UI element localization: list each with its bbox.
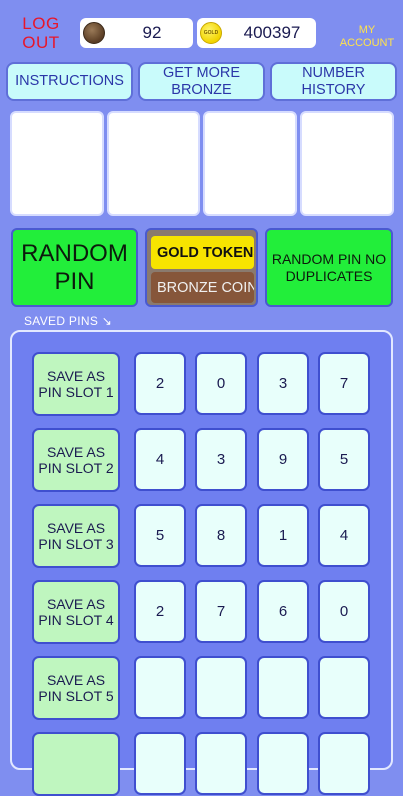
bronze-coin-icon	[83, 22, 105, 44]
save-pin-slot-1-button[interactable]: SAVE AS PIN SLOT 1	[32, 352, 120, 416]
slot-5-digit-1	[134, 656, 186, 719]
slot-3-digit-3: 1	[257, 504, 309, 567]
slot-5-digit-2	[195, 656, 247, 719]
pin-display-digit-4	[300, 111, 394, 216]
random-pin-button[interactable]: RANDOM PIN	[11, 228, 138, 307]
gold-tokens-option[interactable]: GOLD TOKENS	[151, 236, 254, 269]
save-pin-slot-6-button[interactable]	[32, 732, 120, 796]
gold-coin-icon: GOLD	[200, 22, 222, 44]
slot-4-digit-2: 7	[195, 580, 247, 643]
slot-2-digit-1: 4	[134, 428, 186, 491]
logout-button[interactable]: LOG OUT	[12, 14, 70, 52]
token-type-selector: GOLD TOKENS BRONZE COINS	[145, 228, 258, 307]
gold-balance-value: 400397	[243, 23, 301, 42]
slot-3-digit-2: 8	[195, 504, 247, 567]
save-pin-slot-2-button[interactable]: SAVE AS PIN SLOT 2	[32, 428, 120, 492]
slot-4-digit-3: 6	[257, 580, 309, 643]
random-pin-no-duplicates-button[interactable]: RANDOM PIN NO DUPLICATES	[265, 228, 393, 307]
saved-pins-label: SAVED PINS ↘	[24, 314, 113, 328]
saved-pins-panel[interactable]: SAVE AS PIN SLOT 1 2 0 3 7 SAVE AS PIN SLOT 2…	[10, 330, 393, 796]
slot-1-digit-4: 7	[318, 352, 370, 415]
save-pin-slot-4-button[interactable]: SAVE AS PIN SLOT 4	[32, 580, 120, 644]
pin-display-digit-1	[10, 111, 104, 216]
slot-6-digit-2	[195, 732, 247, 795]
pin-display-digit-2	[107, 111, 200, 216]
slot-2-digit-2: 3	[195, 428, 247, 491]
slot-3-digit-1: 5	[134, 504, 186, 567]
slot-1-digit-1: 2	[134, 352, 186, 415]
bronze-balance: 92	[80, 18, 193, 48]
my-account-link[interactable]: MY ACCOUNT	[335, 24, 399, 50]
instructions-button[interactable]: INSTRUCTIONS	[6, 62, 133, 101]
slot-1-digit-2: 0	[195, 352, 247, 415]
slot-1-digit-3: 3	[257, 352, 309, 415]
save-pin-slot-3-button[interactable]: SAVE AS PIN SLOT 3	[32, 504, 120, 568]
slot-6-digit-3	[257, 732, 309, 795]
slot-6-digit-1	[134, 732, 186, 795]
slot-3-digit-4: 4	[318, 504, 370, 567]
number-history-button[interactable]: NUMBER HISTORY	[270, 62, 397, 101]
slot-2-digit-3: 9	[257, 428, 309, 491]
save-pin-slot-5-button[interactable]: SAVE AS PIN SLOT 5	[32, 656, 120, 720]
slot-6-digit-4	[318, 732, 370, 795]
slot-5-digit-3	[257, 656, 309, 719]
slot-2-digit-4: 5	[318, 428, 370, 491]
pin-display-digit-3	[203, 111, 297, 216]
bronze-coins-option[interactable]: BRONZE COINS	[151, 272, 254, 303]
gold-balance: GOLD 400397	[197, 18, 316, 48]
get-more-bronze-button[interactable]: GET MORE BRONZE	[138, 62, 265, 101]
slot-4-digit-1: 2	[134, 580, 186, 643]
bronze-balance-value: 92	[142, 23, 162, 42]
slot-4-digit-4: 0	[318, 580, 370, 643]
slot-5-digit-4	[318, 656, 370, 719]
